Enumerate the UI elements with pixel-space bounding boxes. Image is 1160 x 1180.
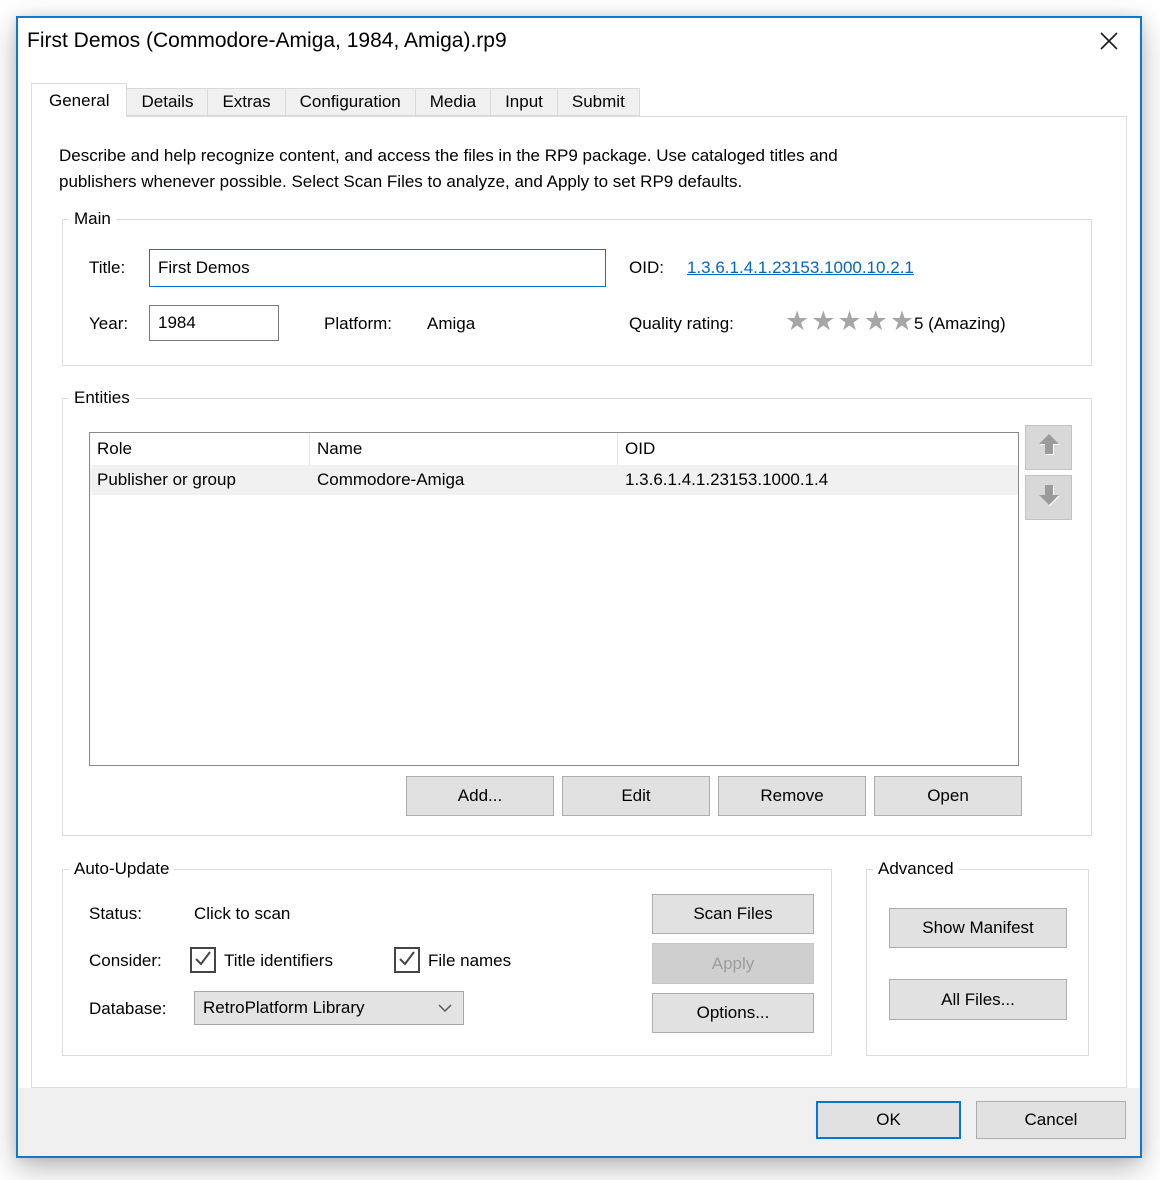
cancel-button[interactable]: Cancel — [976, 1101, 1126, 1139]
tab-media[interactable]: Media — [415, 88, 491, 116]
title-identifiers-label: Title identifiers — [224, 951, 333, 971]
column-header-role[interactable]: Role — [90, 433, 310, 465]
tab-configuration[interactable]: Configuration — [285, 88, 416, 116]
page-description: Describe and help recognize content, and… — [59, 143, 1064, 195]
row-oid-cell: 1.3.6.1.4.1.23153.1000.1.4 — [618, 465, 1018, 495]
tab-details[interactable]: Details — [126, 88, 208, 116]
tab-details-label: Details — [141, 92, 193, 112]
file-names-label: File names — [428, 951, 511, 971]
tab-submit-label: Submit — [572, 92, 625, 112]
year-input-value: 1984 — [158, 313, 196, 333]
edit-button[interactable]: Edit — [562, 776, 710, 816]
row-name-cell: Commodore-Amiga — [310, 465, 618, 495]
dialog-footer: OK Cancel — [18, 1088, 1140, 1156]
status-label: Status: — [89, 904, 142, 924]
entities-group: Entities Role Name OID Publisher or grou… — [62, 398, 1092, 836]
quality-rating-label: Quality rating: — [629, 314, 734, 334]
main-group-label: Main — [69, 209, 116, 229]
close-button[interactable] — [1092, 25, 1126, 59]
window-title: First Demos (Commodore-Amiga, 1984, Amig… — [27, 29, 507, 53]
database-label: Database: — [89, 999, 167, 1019]
tab-submit[interactable]: Submit — [557, 88, 640, 116]
database-dropdown[interactable]: RetroPlatform Library — [194, 991, 464, 1025]
oid-link[interactable]: 1.3.6.1.4.1.23153.1000.10.2.1 — [687, 258, 914, 278]
tab-extras[interactable]: Extras — [207, 88, 285, 116]
table-row[interactable]: Publisher or group Commodore-Amiga 1.3.6… — [90, 465, 1018, 495]
title-input[interactable]: First Demos — [149, 249, 606, 287]
apply-button[interactable]: Apply — [652, 943, 814, 984]
tab-media-label: Media — [430, 92, 476, 112]
tab-input-label: Input — [505, 92, 543, 112]
consider-label: Consider: — [89, 951, 162, 971]
rating-text: 5 (Amazing) — [914, 314, 1006, 334]
tab-general-label: General — [49, 91, 109, 111]
title-input-value: First Demos — [158, 258, 250, 278]
year-input[interactable]: 1984 — [149, 305, 279, 341]
platform-label: Platform: — [324, 314, 392, 334]
star-rating-icons[interactable]: ★★★★★ — [785, 308, 916, 335]
year-label: Year: — [89, 314, 128, 334]
open-button[interactable]: Open — [874, 776, 1022, 816]
advanced-group-label: Advanced — [873, 859, 959, 879]
row-role-cell: Publisher or group — [90, 465, 310, 495]
scan-files-button[interactable]: Scan Files — [652, 894, 814, 934]
column-header-name[interactable]: Name — [310, 433, 618, 465]
options-button[interactable]: Options... — [652, 993, 814, 1033]
column-header-oid[interactable]: OID — [618, 433, 1018, 465]
checkmark-icon — [193, 948, 213, 973]
checkmark-icon — [397, 948, 417, 973]
platform-value: Amiga — [427, 314, 475, 334]
general-tab-page: Describe and help recognize content, and… — [31, 116, 1127, 1088]
titlebar: First Demos (Commodore-Amiga, 1984, Amig… — [18, 18, 1140, 64]
tab-general[interactable]: General — [31, 83, 127, 117]
show-manifest-button[interactable]: Show Manifest — [889, 908, 1067, 948]
title-identifiers-checkbox[interactable] — [190, 947, 216, 973]
rp9-edit-dialog: First Demos (Commodore-Amiga, 1984, Amig… — [16, 16, 1142, 1158]
page-description-line1: Describe and help recognize content, and… — [59, 143, 1064, 169]
tab-configuration-label: Configuration — [300, 92, 401, 112]
file-names-checkbox[interactable] — [394, 947, 420, 973]
status-value: Click to scan — [194, 904, 290, 924]
add-button[interactable]: Add... — [406, 776, 554, 816]
chevron-down-icon — [437, 998, 453, 1018]
move-up-button[interactable] — [1025, 425, 1072, 470]
main-group: Main Title: First Demos OID: 1.3.6.1.4.1… — [62, 219, 1092, 366]
database-dropdown-value: RetroPlatform Library — [203, 998, 437, 1018]
all-files-button[interactable]: All Files... — [889, 979, 1067, 1020]
tab-extras-label: Extras — [222, 92, 270, 112]
move-down-button[interactable] — [1025, 475, 1072, 520]
entities-group-label: Entities — [69, 388, 135, 408]
ok-button[interactable]: OK — [816, 1101, 961, 1139]
page-description-line2: publishers whenever possible. Select Sca… — [59, 169, 1064, 195]
down-arrow-icon — [1034, 480, 1064, 515]
oid-label: OID: — [629, 258, 664, 278]
advanced-group: Advanced Show Manifest All Files... — [866, 869, 1089, 1056]
tab-strip: General Details Extras Configuration Med… — [31, 85, 1127, 116]
remove-button[interactable]: Remove — [718, 776, 866, 816]
up-arrow-icon — [1034, 430, 1064, 465]
entities-table[interactable]: Role Name OID Publisher or group Commodo… — [89, 432, 1019, 766]
entities-table-header: Role Name OID — [90, 433, 1018, 465]
title-label: Title: — [89, 258, 125, 278]
auto-update-group: Auto-Update Status: Click to scan Consid… — [62, 869, 832, 1056]
tab-input[interactable]: Input — [490, 88, 558, 116]
auto-update-group-label: Auto-Update — [69, 859, 174, 879]
close-icon — [1098, 30, 1120, 55]
